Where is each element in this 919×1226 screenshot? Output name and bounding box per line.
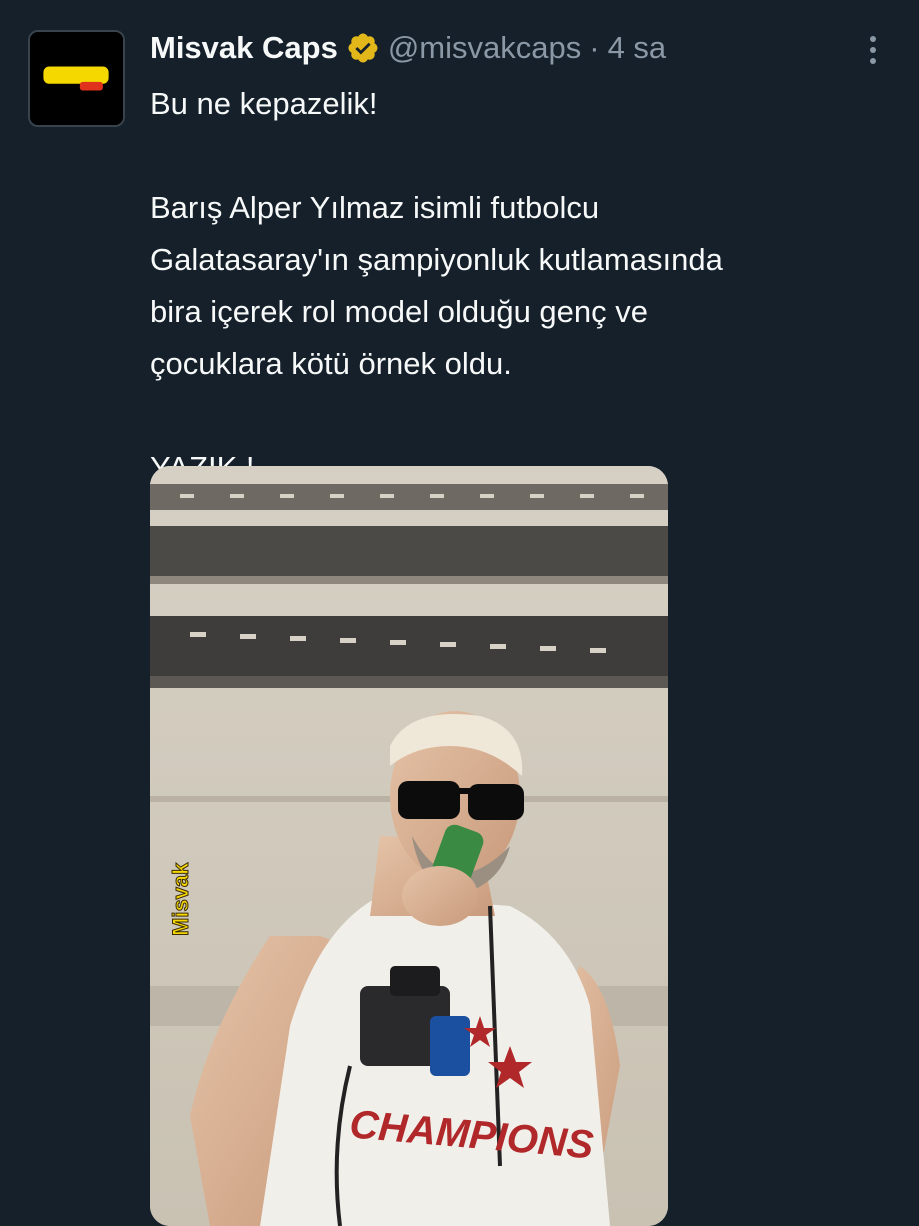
tweet[interactable]: Misvak Caps @misvakcaps · 4 sa Bu ne kep… [0, 0, 919, 1226]
misvak-caps-logo-icon [30, 32, 123, 125]
misvak-watermark-text: Misvak [168, 862, 193, 936]
tweet-text-line: Barış Alper Yılmaz isimli futbolcu [150, 190, 600, 225]
verified-badge-icon[interactable] [346, 31, 380, 65]
tweet-media-video[interactable]: CHAMPIONS Misvak [150, 466, 668, 1226]
tweet-header: Misvak Caps @misvakcaps · 4 sa [150, 26, 666, 70]
tweet-timestamp[interactable]: 4 sa [608, 30, 667, 66]
tweet-text: Bu ne kepazelik! Barış Alper Yılmaz isim… [150, 78, 890, 494]
author-handle[interactable]: @misvakcaps [388, 30, 581, 66]
more-vertical-icon [870, 36, 876, 42]
avatar[interactable] [28, 30, 125, 127]
tweet-text-line: Bu ne kepazelik! [150, 86, 378, 121]
video-still-image: CHAMPIONS Misvak [150, 466, 668, 1226]
tweet-text-line: bira içerek rol model olduğu genç ve [150, 294, 648, 329]
tweet-text-line: çocuklara kötü örnek oldu. [150, 346, 512, 381]
tweet-text-line: Galatasaray'ın şampiyonluk kutlamasında [150, 242, 723, 277]
more-options-button[interactable] [855, 30, 891, 70]
separator-dot: · [589, 30, 600, 65]
author-display-name[interactable]: Misvak Caps [150, 30, 338, 66]
